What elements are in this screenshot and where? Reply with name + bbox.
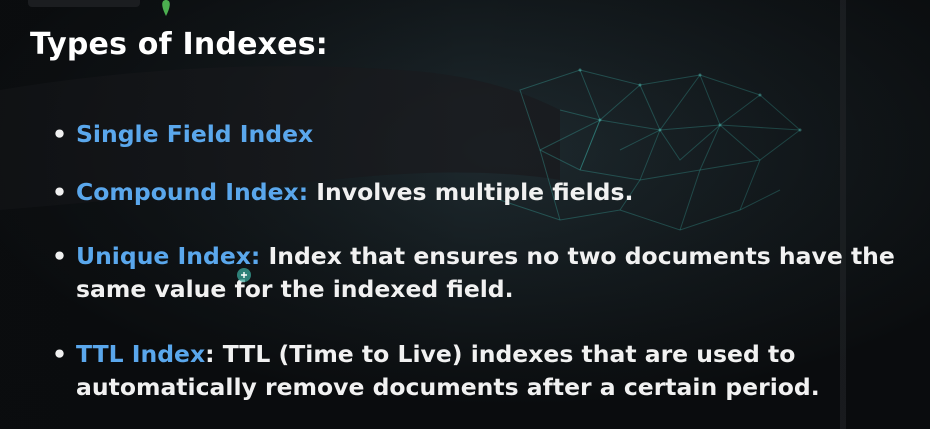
bullet: • (52, 340, 68, 368)
index-term: Unique Index: (76, 242, 261, 270)
bullet: • (52, 120, 68, 148)
index-term: Compound Index: (76, 178, 309, 206)
bullet: • (52, 242, 68, 270)
slide: Types of Indexes: • Single Field Index •… (0, 0, 930, 429)
cursor-icon (235, 266, 253, 284)
leaf-icon (156, 0, 176, 20)
index-term: TTL Index (76, 340, 206, 368)
index-term: Single Field Index (76, 120, 314, 148)
bullet: • (52, 178, 68, 206)
slide-title: Types of Indexes: (30, 27, 328, 62)
top-tab (28, 0, 140, 7)
index-description: Involves multiple fields. (308, 178, 634, 206)
